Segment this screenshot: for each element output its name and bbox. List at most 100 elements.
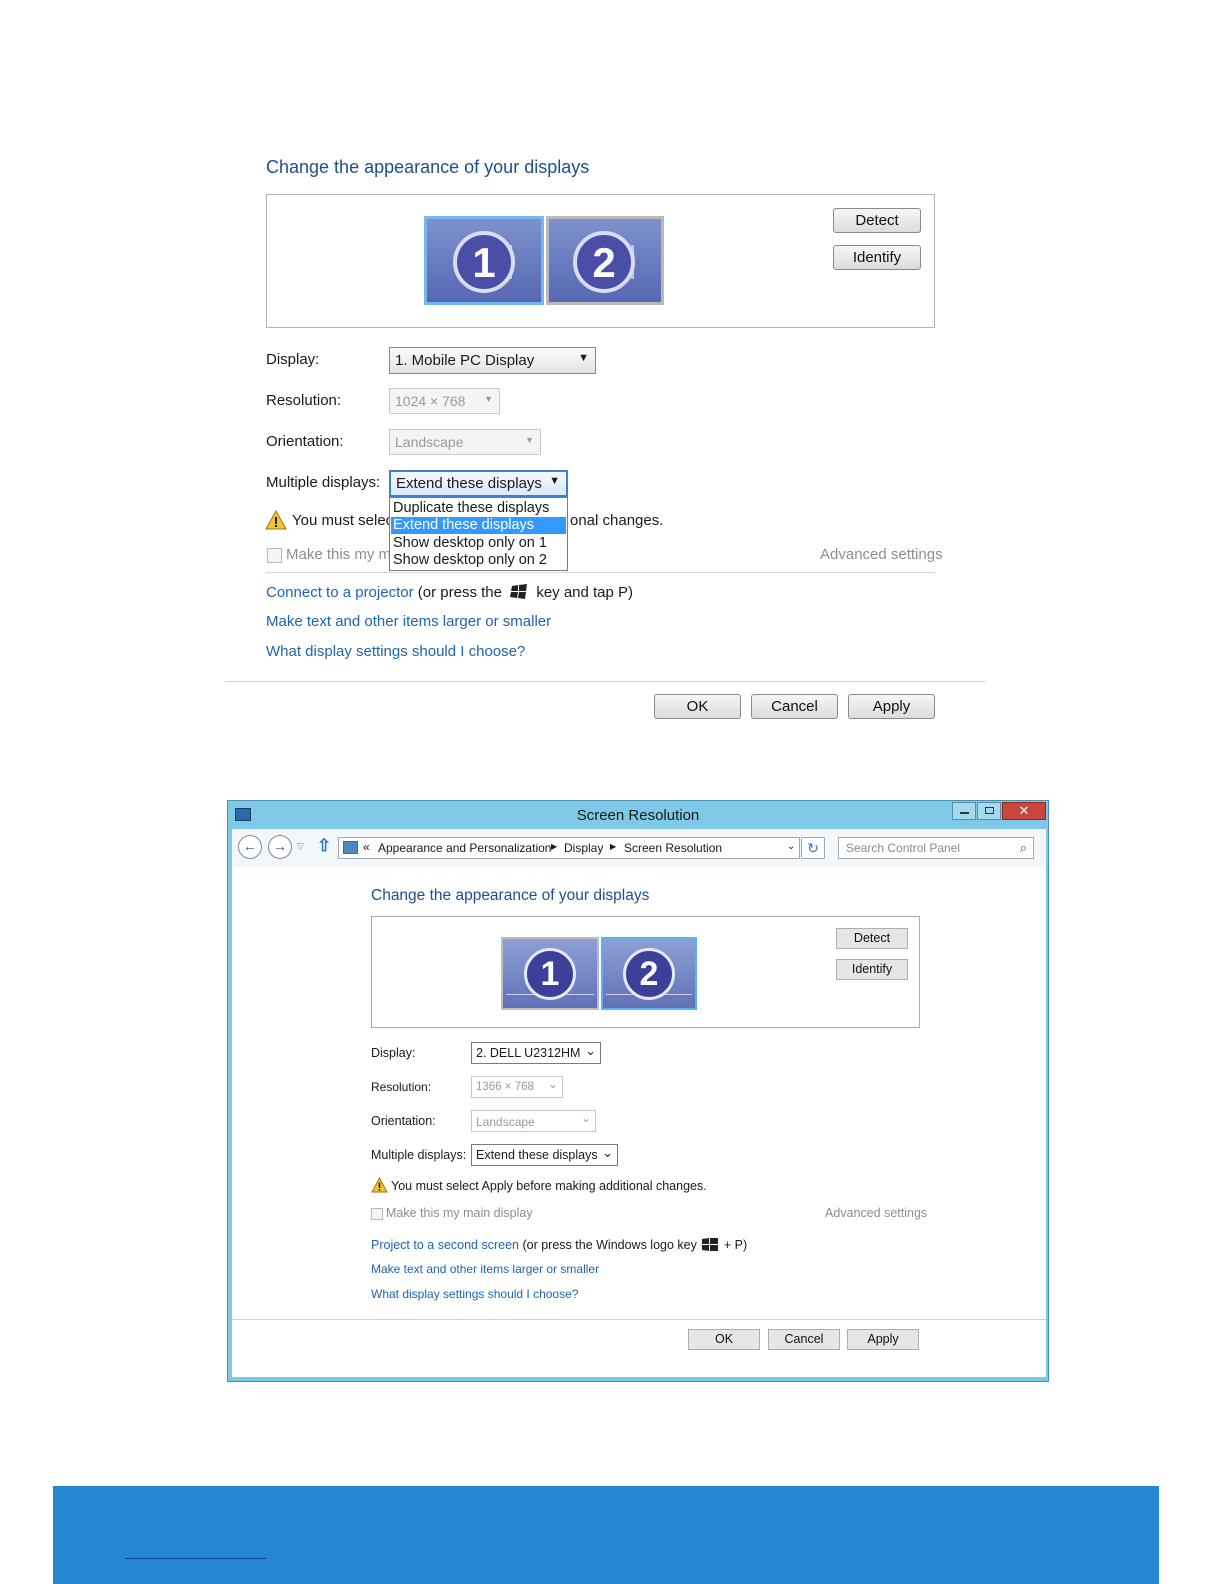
- breadcrumb-item-appearance[interactable]: Appearance and Personalization: [378, 841, 551, 855]
- top-advanced-settings-link[interactable]: Advanced settings: [820, 546, 943, 563]
- breadcrumb-item-display[interactable]: Display: [564, 841, 603, 855]
- top-main-display-label: Make this my ma: [286, 546, 400, 563]
- window-orientation-label: Orientation:: [371, 1114, 436, 1128]
- chevron-down-icon: ⌄: [580, 1111, 591, 1125]
- window-resolution-select: 1366 × 768 ⌄: [471, 1076, 563, 1098]
- top-orientation-select-value: Landscape: [395, 434, 464, 450]
- chevron-down-icon: ⌄: [547, 1077, 558, 1091]
- window-orientation-select-value: Landscape: [476, 1115, 535, 1129]
- warning-icon: [265, 510, 287, 530]
- top-display-select-value: 1. Mobile PC Display: [395, 352, 535, 369]
- top-ok-button[interactable]: OK: [654, 694, 741, 719]
- breadcrumb-item-screen-resolution[interactable]: Screen Resolution: [624, 841, 722, 855]
- refresh-button[interactable]: ↻: [801, 837, 825, 859]
- window-cancel-button[interactable]: Cancel: [768, 1329, 840, 1350]
- top-detect-button[interactable]: Detect: [833, 208, 921, 233]
- refresh-icon: ↻: [807, 840, 819, 856]
- window-resolution-select-value: 1366 × 768: [476, 1081, 534, 1093]
- window-heading: Change the appearance of your displays: [371, 887, 650, 904]
- windows-logo-icon: [702, 1238, 719, 1251]
- window-main-display-label: Make this my main display: [386, 1206, 533, 1220]
- top-divider: [266, 572, 935, 573]
- top-resolution-select: 1024 × 768 ▼: [389, 388, 500, 414]
- top-help-link[interactable]: What display settings should I choose?: [266, 643, 525, 660]
- window-title: Screen Resolution: [576, 807, 700, 824]
- window-display-select[interactable]: 2. DELL U2312HM ⌄: [471, 1042, 601, 1064]
- project-second-screen-link[interactable]: Project to a second screen: [371, 1238, 519, 1252]
- chevron-down-icon: ▼: [578, 352, 589, 364]
- address-dropdown-chevron-icon[interactable]: ⌄: [787, 841, 795, 852]
- project-hint-b: + P): [723, 1238, 748, 1252]
- connect-projector-link[interactable]: Connect to a projector: [266, 584, 414, 601]
- page-footer-band: [53, 1486, 1159, 1584]
- top-display-label: Display:: [266, 351, 320, 368]
- top-multiple-select[interactable]: Extend these displays ▼: [389, 470, 568, 497]
- window-orientation-select: Landscape ⌄: [471, 1110, 596, 1132]
- window-warning-text: You must select Apply before making addi…: [391, 1179, 707, 1193]
- top-monitor-1[interactable]: 1: [424, 216, 544, 305]
- maximize-icon: [985, 807, 994, 814]
- window-monitor-1[interactable]: 1: [501, 937, 599, 1010]
- top-projector-row: Connect to a projector (or press the key…: [266, 584, 633, 601]
- up-arrow-icon[interactable]: ⇧: [317, 836, 331, 856]
- window-monitor-1-number: 1: [524, 948, 576, 1000]
- maximize-button[interactable]: [977, 802, 1001, 820]
- dropdown-option-extend[interactable]: Extend these displays: [391, 517, 566, 534]
- back-button[interactable]: ←: [238, 835, 262, 859]
- projector-hint-a: (or press the: [417, 584, 502, 601]
- top-resolution-label: Resolution:: [266, 392, 342, 409]
- window-text-size-link[interactable]: Make text and other items larger or smal…: [371, 1262, 599, 1276]
- window-ok-button[interactable]: OK: [688, 1329, 760, 1350]
- top-multiple-label: Multiple displays:: [266, 474, 381, 491]
- search-placeholder: Search Control Panel: [846, 841, 961, 855]
- chevron-down-icon: ⌄: [585, 1043, 596, 1058]
- top-monitor-2[interactable]: 2: [546, 216, 664, 305]
- address-bar[interactable]: « Appearance and Personalization ▶ Displ…: [338, 837, 800, 859]
- dropdown-option-duplicate[interactable]: Duplicate these displays: [393, 500, 549, 516]
- top-warning-text-left: You must selec: [292, 512, 394, 529]
- window-monitor-2-number: 2: [623, 948, 675, 1000]
- minimize-icon: [960, 812, 969, 814]
- breadcrumb-prefix: «: [363, 840, 370, 854]
- top-display-select[interactable]: 1. Mobile PC Display ▼: [389, 347, 596, 374]
- top-apply-button[interactable]: Apply: [848, 694, 935, 719]
- search-icon: ⌕: [1019, 840, 1027, 855]
- top-main-display-checkbox[interactable]: [267, 548, 282, 563]
- breadcrumb-separator-icon: ▶: [610, 842, 617, 851]
- chevron-down-icon: ▼: [484, 394, 493, 404]
- forward-button[interactable]: →: [268, 835, 292, 859]
- window-identify-button[interactable]: Identify: [836, 959, 908, 980]
- top-cancel-button[interactable]: Cancel: [751, 694, 838, 719]
- footer-link-underline[interactable]: [125, 1558, 266, 1559]
- window-apply-button[interactable]: Apply: [847, 1329, 919, 1350]
- top-orientation-label: Orientation:: [266, 433, 344, 450]
- dropdown-option-only-1[interactable]: Show desktop only on 1: [393, 535, 547, 551]
- window-project-row: Project to a second screen (or press the…: [371, 1238, 747, 1252]
- window-multiple-label: Multiple displays:: [371, 1148, 467, 1162]
- minimize-button[interactable]: [952, 802, 976, 820]
- dropdown-option-only-2[interactable]: Show desktop only on 2: [393, 552, 547, 568]
- window-monitor-2[interactable]: 2: [601, 937, 697, 1010]
- screen-resolution-window: Screen Resolution ✕ ← → ▽ ⇧ « Appearance…: [227, 800, 1049, 1382]
- window-advanced-settings-link[interactable]: Advanced settings: [825, 1206, 927, 1220]
- project-hint-a: (or press the Windows logo key: [522, 1238, 697, 1252]
- top-identify-button[interactable]: Identify: [833, 245, 921, 270]
- window-detect-button[interactable]: Detect: [836, 928, 908, 949]
- top-footer-divider: [225, 681, 985, 682]
- top-multiple-select-value: Extend these displays: [396, 475, 542, 492]
- window-footer-divider: [232, 1319, 1046, 1320]
- window-multiple-select-value: Extend these displays: [476, 1148, 598, 1162]
- recent-locations-icon[interactable]: ▽: [297, 841, 304, 852]
- forward-arrow-icon: →: [273, 838, 287, 854]
- window-help-link[interactable]: What display settings should I choose?: [371, 1287, 578, 1301]
- window-multiple-select[interactable]: Extend these displays ⌄: [471, 1144, 618, 1166]
- chevron-down-icon: ▼: [525, 435, 534, 445]
- window-display-label: Display:: [371, 1046, 416, 1060]
- top-text-size-link[interactable]: Make text and other items larger or smal…: [266, 613, 551, 630]
- top-monitor-1-number: 1: [453, 231, 515, 293]
- window-main-display-checkbox[interactable]: [371, 1208, 383, 1220]
- close-button[interactable]: ✕: [1002, 802, 1046, 820]
- search-box[interactable]: Search Control Panel ⌕: [838, 837, 1034, 859]
- top-heading: Change the appearance of your displays: [266, 157, 590, 177]
- projector-hint-b: key and tap P): [536, 584, 634, 601]
